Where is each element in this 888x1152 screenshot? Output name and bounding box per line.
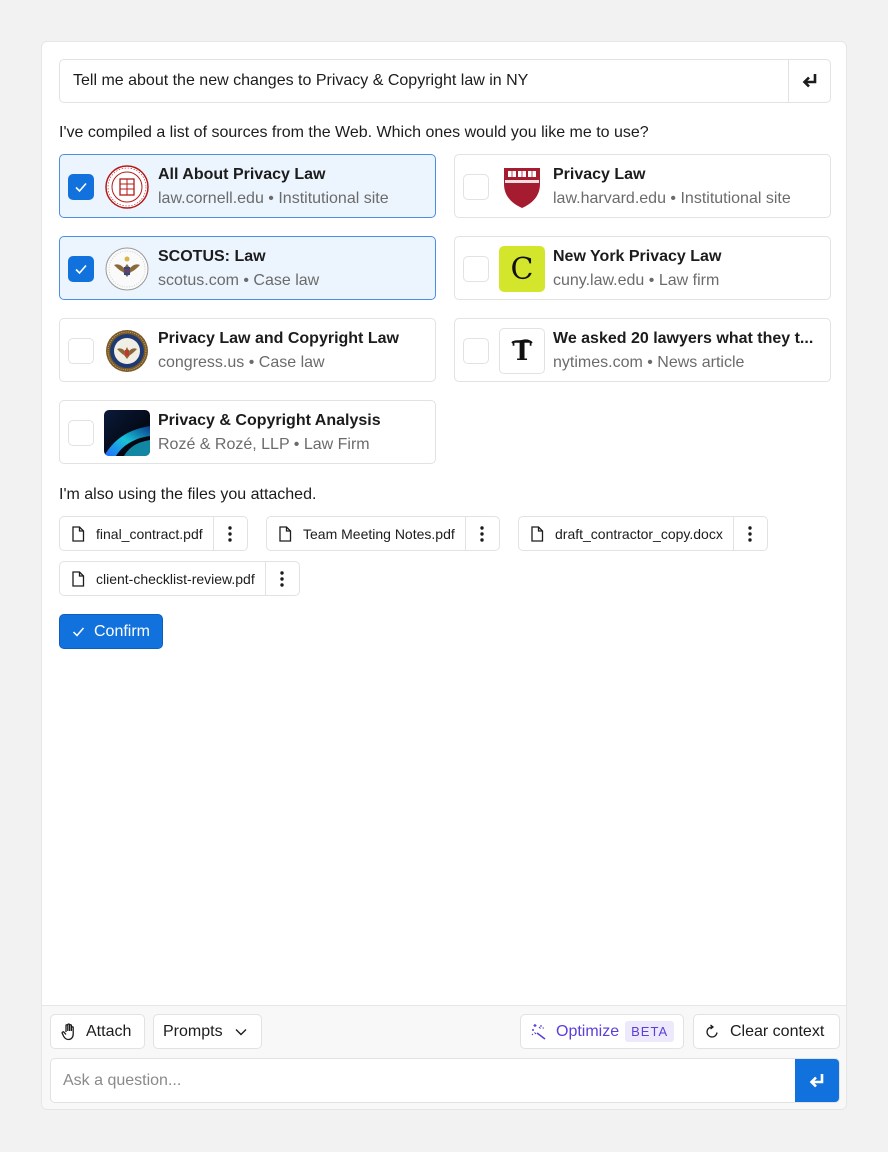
source-title: Privacy & Copyright Analysis [158, 412, 381, 429]
source-card[interactable]: Privacy Law law.harvard.edu • Institutio… [454, 154, 831, 218]
file-chip[interactable]: draft_contractor_copy.docx [518, 516, 768, 551]
source-type: Institutional site [278, 190, 389, 207]
source-checkbox[interactable] [68, 256, 94, 282]
confirm-label: Confirm [93, 622, 150, 640]
clear-context-button[interactable]: Clear context [693, 1014, 840, 1049]
source-title: SCOTUS: Law [158, 248, 266, 265]
chevron-down-icon [235, 1028, 247, 1035]
query-enter-button[interactable] [788, 60, 830, 102]
source-card[interactable]: Privacy & Copyright Analysis Rozé & Rozé… [59, 400, 436, 464]
source-domain: scotus.com [158, 272, 239, 289]
beta-badge: BETA [625, 1021, 675, 1042]
file-icon [267, 525, 303, 542]
source-type: Law firm [658, 272, 720, 289]
files-intro: I'm also using the files you attached. [59, 486, 317, 503]
source-checkbox[interactable] [463, 174, 489, 200]
hand-pointer-icon [61, 1022, 74, 1040]
send-button[interactable] [795, 1059, 839, 1102]
source-title: New York Privacy Law [553, 248, 722, 265]
check-icon [72, 627, 85, 637]
source-card[interactable]: T We asked 20 lawyers what they t... nyt… [454, 318, 831, 382]
file-chip[interactable]: Team Meeting Notes.pdf [266, 516, 500, 551]
source-domain: cuny.law.edu [553, 272, 645, 289]
source-domain: nytimes.com [553, 354, 643, 371]
more-options-icon[interactable] [732, 517, 767, 550]
ask-input[interactable] [51, 1059, 795, 1102]
source-domain: law.harvard.edu [553, 190, 666, 207]
clear-context-label: Clear context [730, 1022, 825, 1040]
query-text: Tell me about the new changes to Privacy… [73, 72, 529, 89]
file-icon [60, 570, 96, 587]
nyt-logo: T [499, 328, 545, 374]
file-chip[interactable]: client-checklist-review.pdf [59, 561, 300, 596]
prompts-label: Prompts [163, 1022, 223, 1040]
file-name: final_contract.pdf [96, 525, 203, 542]
more-options-icon[interactable] [464, 517, 499, 550]
check-icon [75, 182, 87, 193]
eagle-seal-icon [104, 246, 150, 292]
source-title: Privacy Law and Copyright Law [158, 330, 399, 347]
letter-c-logo: C [499, 246, 545, 292]
more-options-icon[interactable] [212, 517, 247, 550]
source-domain: congress.us [158, 354, 245, 371]
source-title: Privacy Law [553, 166, 646, 183]
source-checkbox[interactable] [463, 338, 489, 364]
confirm-button[interactable]: Confirm [59, 614, 163, 649]
source-checkbox[interactable] [463, 256, 489, 282]
gradient-logo [104, 410, 150, 456]
source-title: We asked 20 lawyers what they t... [553, 330, 814, 347]
file-chip[interactable]: final_contract.pdf [59, 516, 248, 551]
check-icon [75, 264, 87, 275]
file-name: Team Meeting Notes.pdf [303, 525, 455, 542]
file-icon [60, 525, 96, 542]
source-checkbox[interactable] [68, 420, 94, 446]
prompts-dropdown[interactable]: Prompts [153, 1014, 262, 1049]
source-type: Institutional site [680, 190, 791, 207]
source-card[interactable]: C New York Privacy Law cuny.law.edu • La… [454, 236, 831, 300]
file-name: draft_contractor_copy.docx [555, 525, 723, 542]
more-options-icon[interactable] [264, 562, 299, 595]
magic-wand-icon [531, 1024, 546, 1040]
refresh-icon [706, 1024, 718, 1038]
source-card[interactable]: Privacy Law and Copyright Law congress.u… [59, 318, 436, 382]
harvard-shield-icon [499, 164, 545, 210]
source-domain: law.cornell.edu [158, 190, 264, 207]
file-name: client-checklist-review.pdf [96, 570, 255, 587]
source-type: Case law [253, 272, 320, 289]
enter-icon [809, 1073, 824, 1087]
optimize-label: Optimize [556, 1022, 620, 1040]
source-card[interactable]: SCOTUS: Law scotus.com • Case law [59, 236, 436, 300]
attach-button[interactable]: Attach [50, 1014, 145, 1049]
source-type: Law Firm [303, 436, 370, 453]
source-domain: Rozé & Rozé, LLP [158, 436, 290, 453]
file-icon [519, 525, 555, 542]
source-type: News article [657, 354, 745, 371]
ask-box [50, 1058, 840, 1103]
source-title: All About Privacy Law [158, 166, 326, 183]
source-checkbox[interactable] [68, 338, 94, 364]
cornell-seal-icon [104, 164, 150, 210]
attach-label: Attach [86, 1022, 132, 1040]
sources-intro: I've compiled a list of sources from the… [59, 124, 649, 141]
chat-panel: Tell me about the new changes to Privacy… [41, 41, 847, 1110]
source-type: Case law [258, 354, 325, 371]
source-card[interactable]: All About Privacy Law law.cornell.edu • … [59, 154, 436, 218]
source-checkbox[interactable] [68, 174, 94, 200]
composer-bar: Attach Prompts Optimize BETA Clear conte… [42, 1005, 846, 1109]
optimize-button[interactable]: Optimize BETA [520, 1014, 684, 1049]
query-bubble: Tell me about the new changes to Privacy… [59, 59, 831, 103]
enter-icon [802, 74, 816, 88]
congress-seal-icon [104, 328, 150, 374]
svg-text:C: C [511, 252, 534, 287]
